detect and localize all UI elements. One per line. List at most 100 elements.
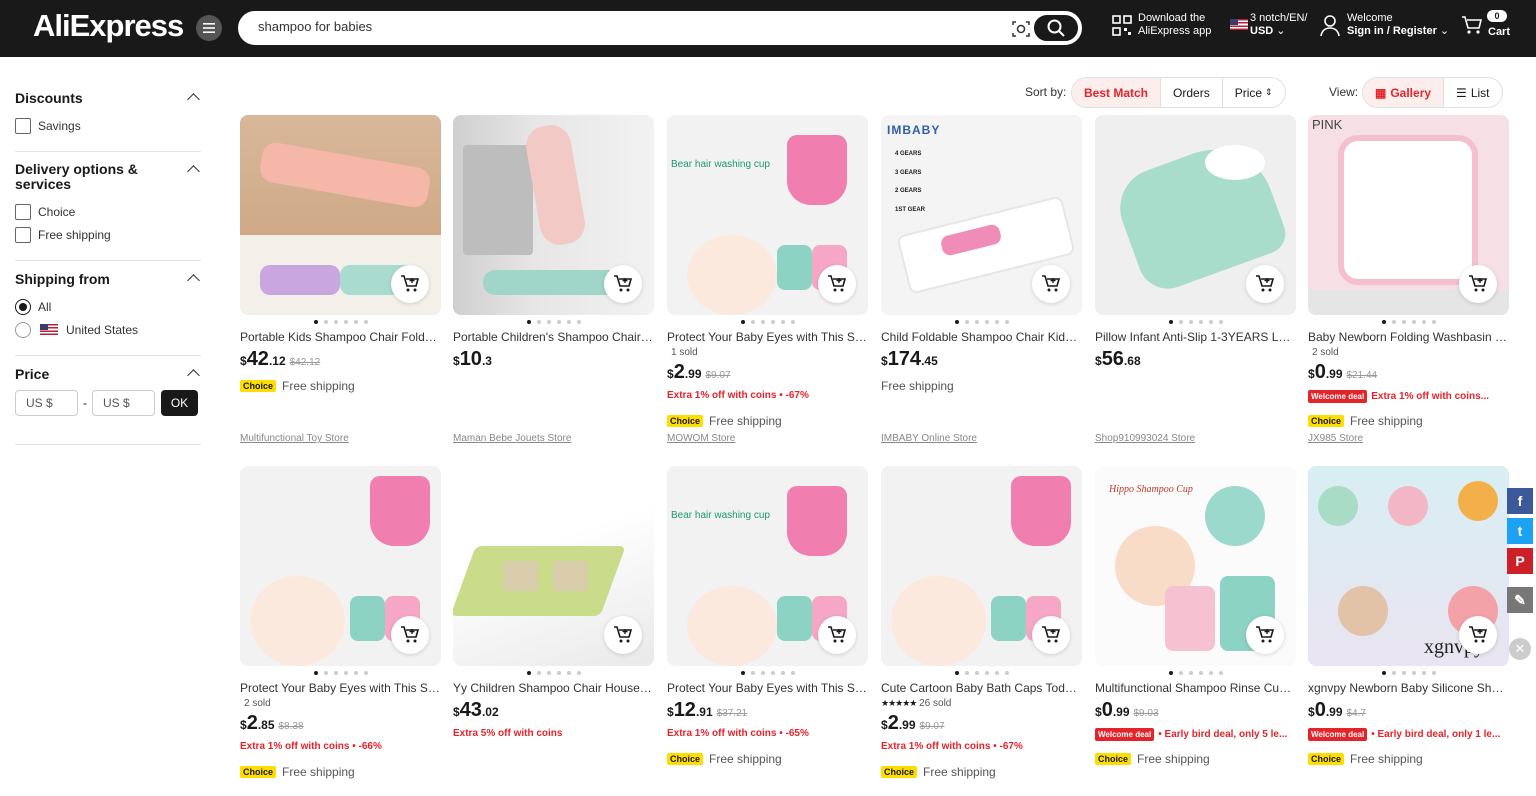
add-to-cart-button[interactable]	[1459, 616, 1497, 654]
choice-badge: Choice	[667, 415, 704, 427]
savings-checkbox[interactable]: Savings	[15, 114, 201, 137]
close-icon[interactable]: ✕	[1509, 638, 1531, 660]
sort-best-match[interactable]: Best Match	[1072, 78, 1162, 107]
product-title[interactable]: Protect Your Baby Eyes with This Shampoo…	[240, 681, 441, 695]
max-price-input[interactable]: US $	[92, 390, 155, 416]
cart-icon[interactable]	[1461, 15, 1483, 35]
product-card[interactable]: Bear hair washing cup Protect Your Baby E…	[667, 115, 868, 445]
promo-text: • Early bird deal, only 1 le...	[1371, 729, 1501, 740]
locale-selector[interactable]: 3 notch/EN/ USD ⌄	[1250, 12, 1307, 38]
price-ok-button[interactable]: OK	[161, 390, 198, 416]
chevron-up-icon[interactable]	[187, 274, 200, 287]
store-link[interactable]: MOWOM Store	[667, 433, 735, 444]
image-pager[interactable]	[667, 320, 868, 324]
product-card[interactable]: PINK Baby Newborn Folding Washbasin Shamp…	[1308, 115, 1509, 445]
store-link[interactable]: IMBABY Online Store	[881, 433, 977, 444]
search-input[interactable]	[258, 19, 958, 34]
menu-button[interactable]	[196, 15, 222, 41]
image-pager[interactable]	[667, 671, 868, 675]
image-pager[interactable]	[1308, 671, 1509, 675]
image-search-icon[interactable]	[1012, 20, 1030, 38]
product-card[interactable]: Hippo Shampoo Cup Multifunctional Shampoo…	[1095, 466, 1296, 796]
original-price: $21.44	[1346, 370, 1378, 381]
search-button[interactable]	[1032, 13, 1080, 43]
product-title[interactable]: Portable Children's Shampoo Chair Househ…	[453, 330, 654, 344]
product-title[interactable]: Protect Your Baby Eyes with This Shampoo…	[667, 681, 868, 695]
delivery-title: Delivery options & services	[15, 161, 138, 192]
view-gallery[interactable]: ▦ Gallery	[1363, 78, 1445, 107]
add-to-cart-button[interactable]	[1032, 265, 1070, 303]
product-card[interactable]: Yy Children Shampoo Chair Household Fold…	[453, 466, 654, 796]
image-pager[interactable]	[881, 320, 1082, 324]
product-card[interactable]: Bear hair washing cup Protect Your Baby E…	[667, 466, 868, 796]
pinterest-share-icon[interactable]: P	[1507, 548, 1533, 574]
product-title[interactable]: Portable Kids Shampoo Chair Foldable Bab…	[240, 330, 441, 344]
add-to-cart-button[interactable]	[391, 265, 429, 303]
product-title[interactable]: Cute Cartoon Baby Bath Caps Toddler Sham…	[881, 681, 1082, 695]
user-icon[interactable]	[1320, 14, 1340, 38]
radio-selected-icon[interactable]	[15, 298, 31, 315]
add-to-cart-button[interactable]	[1246, 265, 1284, 303]
choice-checkbox[interactable]: Choice	[15, 200, 201, 223]
image-pager[interactable]	[1308, 320, 1509, 324]
choice-badge: Choice	[240, 766, 277, 778]
qr-code-icon[interactable]	[1112, 15, 1132, 37]
add-to-cart-button[interactable]	[1246, 616, 1284, 654]
product-title[interactable]: Multifunctional Shampoo Rinse Cup Baby	[1095, 681, 1296, 695]
store-link[interactable]: Shop910993024 Store	[1095, 433, 1195, 444]
add-to-cart-button[interactable]	[818, 616, 856, 654]
download-app-link[interactable]: Download the AliExpress app	[1138, 12, 1211, 38]
image-pager[interactable]	[881, 671, 1082, 675]
image-pager[interactable]	[1095, 671, 1296, 675]
product-card[interactable]: xgnvpyxgnvpy Newborn Baby Silicone Shamp…	[1308, 466, 1509, 796]
cart-label[interactable]: Cart	[1488, 26, 1510, 39]
product-card[interactable]: Portable Kids Shampoo Chair Foldable Bab…	[240, 115, 441, 445]
store-link[interactable]: Multifunctional Toy Store	[240, 433, 349, 444]
welcome-text: Welcome	[1347, 12, 1393, 24]
image-pager[interactable]	[453, 320, 654, 324]
product-title[interactable]: Child Foldable Shampoo Chair Kids Hair W…	[881, 330, 1082, 344]
add-to-cart-button[interactable]	[604, 616, 642, 654]
checkbox-icon[interactable]	[15, 203, 31, 220]
facebook-share-icon[interactable]: f	[1507, 488, 1533, 514]
store-link[interactable]: JX985 Store	[1308, 433, 1363, 444]
product-card[interactable]: Protect Your Baby Eyes with This Shampoo…	[240, 466, 441, 796]
add-to-cart-button[interactable]	[604, 265, 642, 303]
product-card[interactable]: Portable Children's Shampoo Chair Househ…	[453, 115, 654, 445]
image-pager[interactable]	[240, 320, 441, 324]
add-to-cart-button[interactable]	[1459, 265, 1497, 303]
checkbox-icon[interactable]	[15, 117, 31, 134]
product-card[interactable]: Cute Cartoon Baby Bath Caps Toddler Sham…	[881, 466, 1082, 796]
add-to-cart-button[interactable]	[818, 265, 856, 303]
product-card[interactable]: IMBABY 4 GEARS 3 GEARS 2 GEARS 1ST GEAR Child…	[881, 115, 1082, 445]
checkbox-icon[interactable]	[15, 226, 31, 243]
view-list[interactable]: ☰ List	[1444, 78, 1501, 107]
ship-from-us[interactable]: United States	[15, 318, 201, 341]
sort-orders[interactable]: Orders	[1161, 78, 1223, 107]
aliexpress-logo[interactable]: AliExpress	[33, 8, 184, 44]
united-states-label: United States	[66, 322, 139, 337]
product-title[interactable]: xgnvpy Newborn Baby Silicone Shampoo Bru…	[1308, 681, 1509, 695]
store-link[interactable]: Maman Bebe Jouets Store	[453, 433, 571, 444]
chevron-up-icon[interactable]	[187, 369, 200, 382]
product-title[interactable]: Protect Your Baby Eyes with This Shampoo…	[667, 330, 868, 344]
product-title[interactable]: Baby Newborn Folding Washbasin Shampoo	[1308, 330, 1509, 344]
add-to-cart-button[interactable]	[1032, 616, 1070, 654]
edit-icon[interactable]: ✎	[1507, 587, 1533, 613]
min-price-input[interactable]: US $	[15, 390, 78, 416]
image-pager[interactable]	[453, 671, 654, 675]
image-pager[interactable]	[240, 671, 441, 675]
twitter-share-icon[interactable]: t	[1507, 518, 1533, 544]
ship-from-all[interactable]: All	[15, 295, 201, 318]
sort-price[interactable]: Price ⇕	[1223, 78, 1285, 107]
radio-icon[interactable]	[15, 321, 31, 338]
product-title[interactable]: Pillow Infant Anti-Slip 1-3YEARS Large S…	[1095, 330, 1296, 344]
image-pager[interactable]	[1095, 320, 1296, 324]
product-card[interactable]: Pillow Infant Anti-Slip 1-3YEARS Large S…	[1095, 115, 1296, 445]
product-title[interactable]: Yy Children Shampoo Chair Household Fold…	[453, 681, 654, 695]
account-menu[interactable]: Welcome Sign in / Register ⌄	[1347, 12, 1449, 38]
chevron-up-icon[interactable]	[187, 93, 200, 106]
chevron-up-icon[interactable]	[187, 165, 200, 178]
add-to-cart-button[interactable]	[391, 616, 429, 654]
free-shipping-checkbox[interactable]: Free shipping	[15, 223, 201, 246]
